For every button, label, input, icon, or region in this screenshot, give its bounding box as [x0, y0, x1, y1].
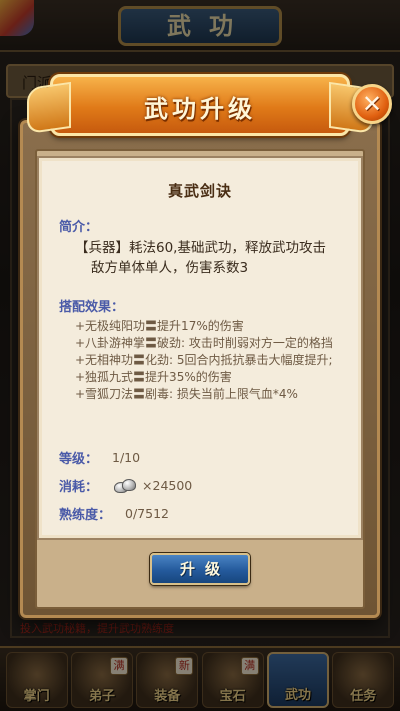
combo-effect-item: +无相神功〓化劲: 5回合内抵抗暴击大幅度提升;	[75, 353, 333, 367]
proficiency-value: 0/7512	[125, 506, 169, 521]
cost-value: ×24500	[142, 478, 193, 493]
close-icon: ✕	[361, 90, 383, 118]
skill-name: 真武剑诀	[167, 182, 232, 200]
intro-line: 【兵器】耗法60,基础武功，释放武功攻击	[75, 240, 326, 256]
skill-info-panel: 真武剑诀 简介： 【兵器】耗法60,基础武功，释放武功攻击 敌方单体单人，伤害系…	[37, 156, 363, 540]
intro-line: 敌方单体单人，伤害系数3	[91, 260, 249, 276]
silver-ingot-icon	[112, 477, 138, 495]
combo-effect-item: +雪狐刀法〓剧毒: 损失当前上限气血*4%	[75, 387, 298, 401]
upgrade-button[interactable]: 升级	[150, 553, 250, 585]
level-value: 1/10	[112, 450, 141, 465]
intro-label: 简介：	[59, 220, 99, 235]
combo-effect-item: +八卦游神掌〓破劲: 攻击时削弱对方一定的格挡	[75, 336, 333, 350]
combo-effect-item: +无极纯阳功〓提升17%的伤害	[75, 319, 244, 333]
combo-effects-list: +无极纯阳功〓提升17%的伤害 +八卦游神掌〓破劲: 攻击时削弱对方一定的格挡 …	[75, 318, 355, 403]
proficiency-row: 熟练度： 0/7512	[59, 504, 169, 523]
cost-label: 消耗：	[59, 480, 99, 495]
intro-text: 【兵器】耗法60,基础武功，释放武功攻击 敌方单体单人，伤害系数3	[75, 238, 350, 278]
dialog-title: 武功升级	[144, 94, 256, 123]
combo-effect-item: +独孤九式〓提升35%的伤害	[75, 370, 232, 384]
level-label: 等级：	[59, 452, 99, 467]
combo-label: 搭配效果：	[59, 300, 125, 315]
close-button[interactable]: ✕	[352, 84, 392, 124]
dialog-header: 武功升级	[50, 74, 350, 136]
proficiency-label: 熟练度：	[59, 508, 112, 523]
cost-row: 消耗： ×24500	[59, 476, 192, 495]
level-row: 等级： 1/10	[59, 448, 140, 467]
